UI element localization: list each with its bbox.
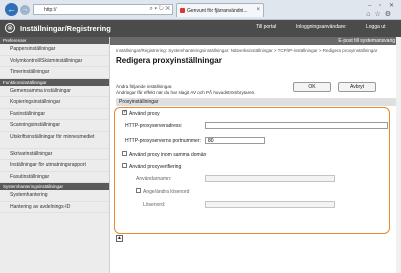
forward-button[interactable]: → (20, 5, 30, 15)
use-proxy-row[interactable]: Använd proxy (122, 109, 160, 117)
address-bar[interactable]: http:// ⌕ ▾ ↻ ✕ (33, 4, 173, 15)
tab-title: Genvunt för fjärranvändni... (187, 8, 248, 14)
http-address-label: HTTP-proxyserveradress: (125, 123, 183, 129)
main-content: Inställningar/Registrering: Systemhanter… (114, 48, 396, 242)
portal-link[interactable]: Till portal (256, 24, 276, 30)
use-proxy-label: Använd proxy (129, 111, 160, 117)
sidebar: Preferenser Pappersinställningar Volymko… (0, 37, 110, 273)
sidebar-item[interactable]: Skrivarinställningar (0, 149, 109, 160)
home-star-gear-icons[interactable]: ⌂☆⚙ (366, 10, 395, 18)
logout-link[interactable]: Logga ut (366, 24, 385, 30)
browser-toolbar: ← → http:// ⌕ ▾ ↻ ✕ Genvunt för fjärranv… (0, 0, 401, 20)
set-password-label: Ange/ändra lösenord (143, 189, 190, 195)
login-user-label: Inloggningsanvändare: (296, 24, 347, 30)
sidebar-item[interactable]: Systemhantering (0, 190, 109, 202)
notice-text: Ändra följande inställningar. Ändringar … (116, 84, 256, 96)
same-domain-row[interactable]: Använd proxy inom samma domän (122, 151, 207, 158)
sidebar-item[interactable]: Scanningsinställningar (0, 120, 109, 132)
use-proxy-checkbox[interactable] (122, 109, 127, 116)
browser-tab[interactable]: Genvunt för fjärranvändni... × (176, 3, 264, 17)
notice-line: Ändringar får effekt när du har slagit A… (116, 90, 256, 95)
http-port-input[interactable] (205, 137, 265, 144)
sidebar-section-system: Systemhanteringsinställningar (0, 183, 109, 190)
window-controls[interactable]: – ▫ ✕ (368, 2, 397, 9)
email-admin-link[interactable]: E-post till systemansvarig (338, 38, 395, 44)
http-address-input[interactable] (205, 122, 388, 129)
password-input[interactable] (205, 201, 335, 208)
password-label: Lösenord: (143, 202, 166, 208)
username-label: Användarnamn: (136, 176, 172, 182)
page-scrollbar[interactable] (396, 37, 401, 273)
username-input[interactable] (205, 175, 335, 182)
set-password-row[interactable]: Ange/ändra lösenord (136, 188, 190, 195)
ok-button[interactable]: OK (293, 82, 331, 92)
search-refresh-icons[interactable]: ⌕ ▾ ↻ ✕ (149, 6, 170, 13)
app-title: Inställningar/Registrering (20, 24, 111, 33)
http-port-label: HTTP-proxyserverns portnummer: (125, 138, 201, 144)
favicon-icon (180, 8, 185, 13)
sidebar-item[interactable]: Timerinställningar (0, 67, 109, 79)
sidebar-item[interactable]: Faxutinställningar (0, 172, 109, 183)
auth-row[interactable]: Använd proxyverifiering (122, 163, 182, 170)
same-domain-label: Använd proxy inom samma domän (129, 152, 207, 158)
sidebar-item[interactable]: Inställningar för utmatningsrapport (0, 160, 109, 172)
section-header: Proxyinställningar (116, 98, 396, 106)
back-button[interactable]: ← (5, 3, 18, 16)
sidebar-item[interactable]: Pappersinställningar (0, 44, 109, 56)
set-password-checkbox[interactable] (136, 188, 141, 194)
sidebar-item[interactable]: Volymkontroll/Skärminställningar (0, 56, 109, 67)
close-tab-icon[interactable]: × (256, 7, 260, 13)
scroll-to-top-icon[interactable]: ▲ (116, 235, 123, 242)
address-text: http:// (44, 7, 57, 13)
breadcrumb: Inställningar/Registrering: Systemhanter… (116, 48, 378, 53)
cancel-button[interactable]: Avbryt (338, 82, 376, 92)
sidebar-section-functions: Funktionsinställningar (0, 78, 109, 86)
email-strip: E-post till systemansvarig (110, 37, 401, 45)
sidebar-item[interactable]: Utskriftsinställningar för minnesmediet (0, 132, 109, 149)
sidebar-item[interactable]: Hantering av avdelnings-ID (0, 202, 109, 213)
sidebar-item[interactable]: Kopieringsinställningar (0, 97, 109, 109)
settings-logo-icon: ⊗ (5, 23, 15, 33)
page-title: Redigera proxyinställningar (116, 56, 222, 65)
auth-checkbox[interactable] (122, 163, 127, 169)
same-domain-checkbox[interactable] (122, 151, 127, 157)
sidebar-item[interactable]: Gemensamma inställningar (0, 86, 109, 97)
sidebar-item[interactable]: Faxinställningar (0, 109, 109, 120)
sidebar-section-preferences: Preferenser (0, 37, 109, 44)
auth-label: Använd proxyverifiering (129, 164, 182, 170)
app-header: ⊗ Inställningar/Registrering Till portal… (0, 20, 401, 37)
